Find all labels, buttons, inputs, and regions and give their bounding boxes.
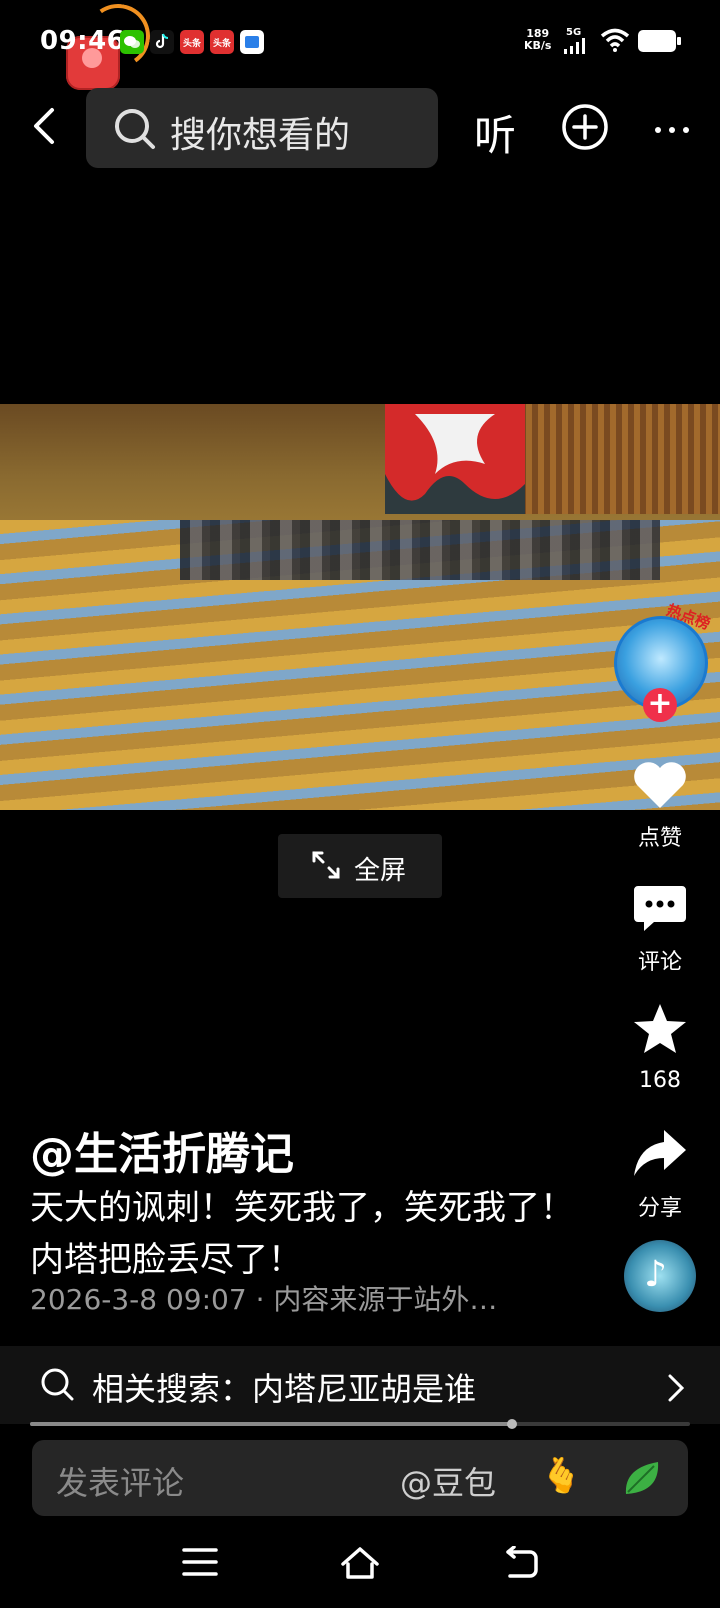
related-search-text: 相关搜索：内塔尼亚胡是谁 — [92, 1370, 477, 1408]
status-time: 09:46 — [40, 26, 126, 56]
comment-icon[interactable] — [632, 884, 688, 934]
favorite-count: 168 — [639, 1068, 681, 1093]
net-speed: 189 KB/s — [524, 28, 551, 52]
heart-icon[interactable] — [632, 760, 688, 810]
wifi-icon — [600, 28, 630, 52]
search-placeholder: 搜你想看的 — [170, 115, 351, 156]
battery-icon — [638, 30, 681, 52]
listen-button[interactable]: 听 — [474, 102, 516, 163]
menu-icon[interactable] — [182, 1546, 218, 1578]
share-label: 分享 — [637, 1196, 682, 1221]
net-speed-unit: KB/s — [524, 39, 552, 52]
author-name[interactable]: @生活折腾记 — [30, 1118, 294, 1182]
toutiao-icon: 头条 — [210, 30, 234, 54]
video-wall-panel — [520, 404, 720, 514]
comment-placeholder: 发表评论 — [56, 1464, 185, 1502]
leaf-icon[interactable] — [620, 1456, 664, 1500]
tiktok-icon — [150, 30, 174, 54]
add-icon[interactable] — [561, 103, 609, 151]
video-people — [180, 520, 660, 580]
home-icon[interactable] — [340, 1546, 380, 1580]
back-nav-icon[interactable] — [502, 1546, 538, 1578]
video-description: 天大的讽刺！笑死我了，笑死我了！内塔把脸丢尽了！ — [30, 1188, 574, 1280]
music-note-icon: ♪ — [644, 1254, 667, 1295]
finger-heart-emoji-icon[interactable]: 🫰 — [540, 1456, 582, 1496]
app-icon — [240, 30, 264, 54]
video-meta: 2026-3-8 09:07 · 内容来源于站外… — [30, 1283, 498, 1316]
video-progress-fill — [30, 1422, 512, 1426]
wechat-icon — [120, 30, 144, 54]
search-icon — [115, 109, 155, 149]
share-icon[interactable] — [632, 1128, 688, 1180]
more-icon[interactable] — [652, 110, 692, 150]
mention-doubao-button[interactable]: @豆包 — [400, 1458, 496, 1504]
signal-icon — [564, 38, 585, 54]
network-type: 5G — [566, 27, 582, 38]
video-flag-image — [385, 404, 525, 514]
expand-icon — [312, 851, 340, 879]
fullscreen-label: 全屏 — [354, 856, 407, 886]
star-icon[interactable] — [632, 1002, 688, 1056]
follow-button[interactable]: + — [643, 688, 677, 722]
chevron-right-icon — [668, 1374, 685, 1402]
like-label: 点赞 — [637, 826, 682, 851]
toutiao-icon: 头条 — [180, 30, 204, 54]
comment-label: 评论 — [637, 950, 682, 975]
video-progress-knob[interactable] — [507, 1419, 517, 1429]
back-arrow-icon[interactable] — [24, 104, 68, 148]
search-icon — [41, 1368, 74, 1401]
